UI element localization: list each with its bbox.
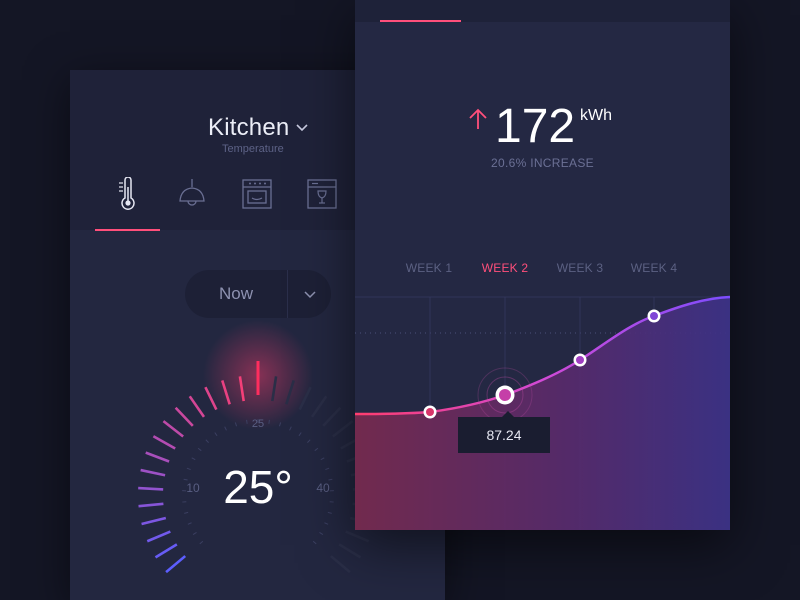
data-point-week-3[interactable]	[573, 353, 587, 367]
gauge-tick	[154, 543, 178, 559]
gauge-tick	[345, 530, 370, 543]
active-tab-indicator	[380, 20, 461, 22]
gauge-minor-tick	[214, 432, 218, 437]
temperature-readout: 25°	[223, 461, 293, 513]
gauge-minor-tick	[192, 532, 197, 535]
gauge-minor-tick	[199, 540, 204, 545]
gauge-minor-tick	[268, 419, 270, 424]
gauge-minor-tick	[324, 522, 329, 525]
gauge-minor-tick	[325, 467, 330, 471]
up-arrow-icon	[468, 108, 488, 135]
gauge-minor-tick	[320, 457, 325, 461]
energy-change: 20.6% INCREASE	[491, 156, 594, 170]
gauge-label-40: 40	[316, 481, 330, 495]
gauge-tick	[146, 530, 171, 543]
gauge-tick	[138, 486, 164, 491]
gauge-tick	[165, 555, 187, 574]
gauge-tick	[162, 420, 184, 438]
tab-week-3[interactable]: WEEK 3	[542, 261, 618, 275]
gauge-minor-tick	[312, 540, 317, 545]
gauge-tick	[332, 420, 354, 438]
energy-usage-card: 172 kWh 20.6% INCREASE WEEK 1 WEEK 2 WEE…	[355, 0, 730, 530]
gauge-minor-tick	[183, 478, 188, 481]
gauge-minor-tick	[289, 426, 292, 431]
gauge-minor-tick	[298, 432, 302, 437]
gauge-minor-tick	[307, 439, 311, 443]
gauge-label-25: 25	[252, 418, 264, 430]
gauge-minor-tick	[186, 467, 191, 471]
gauge-tick	[188, 395, 206, 418]
value-tooltip: 87.24	[458, 417, 550, 453]
data-point-week-4[interactable]	[647, 309, 661, 323]
gauge-minor-tick	[314, 447, 319, 452]
gauge-tick	[310, 395, 328, 418]
tab-week-4[interactable]: WEEK 4	[616, 261, 692, 275]
gauge-minor-tick	[187, 522, 192, 525]
gauge-tick	[329, 555, 351, 574]
energy-unit: kWh	[580, 107, 612, 124]
gauge-label-10: 10	[186, 481, 200, 495]
gauge-minor-tick	[328, 478, 333, 481]
gauge-tick	[138, 502, 164, 508]
energy-area-chart[interactable]	[355, 290, 730, 530]
gauge-tick	[338, 543, 362, 559]
data-point-week-1[interactable]	[423, 405, 437, 419]
gauge-minor-tick	[191, 457, 196, 461]
gauge-tick	[145, 451, 170, 463]
gauge-minor-tick	[197, 447, 202, 452]
tab-week-1[interactable]: WEEK 1	[391, 261, 467, 275]
energy-value: 172	[495, 100, 576, 153]
gauge-minor-tick	[319, 532, 324, 535]
gauge-minor-tick	[327, 511, 332, 514]
gauge-minor-tick	[224, 426, 227, 431]
gauge-tick	[152, 435, 176, 450]
gauge-tick	[140, 468, 166, 477]
gauge-minor-tick	[184, 511, 189, 514]
data-point-week-2-selected[interactable]	[495, 385, 515, 405]
gauge-minor-tick	[246, 419, 248, 424]
gauge-tick	[322, 406, 342, 427]
gauge-tick	[141, 516, 167, 526]
tab-week-2[interactable]: WEEK 2	[467, 261, 543, 275]
card-topbar	[355, 0, 730, 22]
gauge-minor-tick	[205, 439, 209, 443]
gauge-tick	[174, 406, 194, 427]
